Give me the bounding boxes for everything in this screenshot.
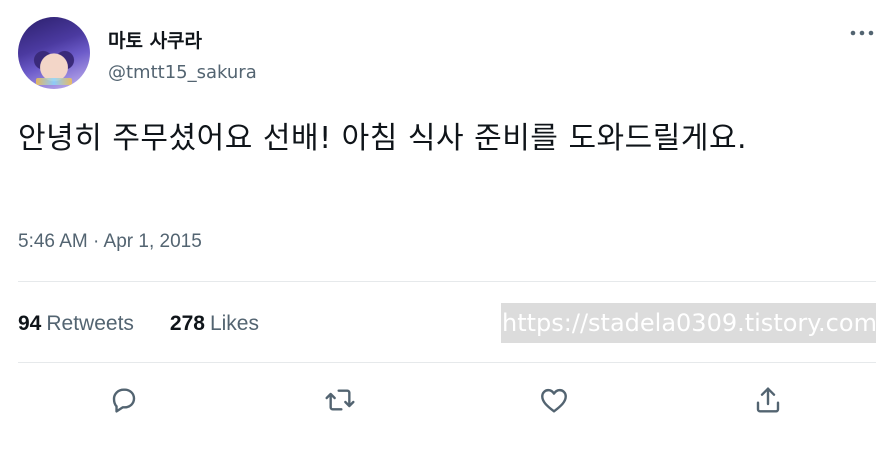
share-button[interactable] xyxy=(750,382,786,418)
more-options-button[interactable] xyxy=(846,22,878,44)
divider-top xyxy=(18,281,876,282)
speech-bubble-icon xyxy=(112,388,136,413)
retweets-count: 94 xyxy=(18,312,42,335)
tweet-text: 안녕히 주무셨어요 선배! 아침 식사 준비를 도와드릴게요. xyxy=(18,121,748,156)
watermark-overlay: https://stadela0309.tistory.com xyxy=(501,303,876,343)
heart-icon xyxy=(541,388,567,413)
author-avatar[interactable] xyxy=(18,17,90,89)
retweet-button[interactable] xyxy=(322,382,358,418)
share-icon xyxy=(756,387,780,413)
avatar-decoration xyxy=(36,78,72,85)
likes-count: 278 xyxy=(169,312,205,335)
tweet-timestamp[interactable]: 5:46 AM · Apr 1, 2015 xyxy=(18,231,202,253)
retweets-label: Retweets xyxy=(46,312,134,335)
like-button[interactable] xyxy=(536,382,572,418)
engagement-stats: 94 Retweets 278 Likes xyxy=(18,312,259,336)
author-display-name[interactable]: 마토 사쿠라 xyxy=(108,26,202,53)
reply-button[interactable] xyxy=(106,382,142,418)
likes-stat[interactable]: 278 Likes xyxy=(170,312,259,336)
more-dots-icon xyxy=(850,30,874,36)
likes-label: Likes xyxy=(209,312,259,335)
divider-bottom xyxy=(18,362,876,363)
author-handle[interactable]: @tmtt15_sakura xyxy=(108,62,257,83)
retweet-icon xyxy=(325,389,355,411)
retweets-stat[interactable]: 94 Retweets xyxy=(18,312,134,336)
